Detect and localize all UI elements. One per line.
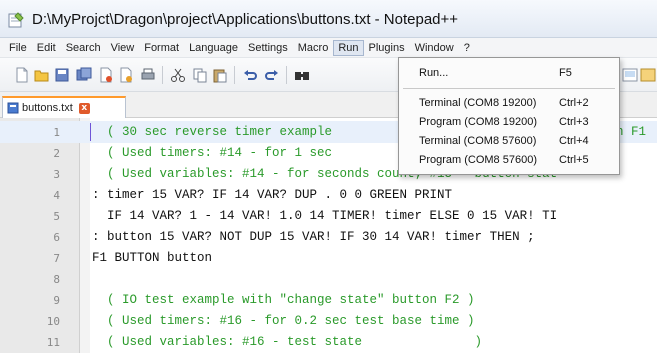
tab-close-icon[interactable]: x <box>78 102 90 114</box>
line-number: 9 <box>53 294 60 307</box>
save-all-icon[interactable] <box>76 67 92 83</box>
sync-icon[interactable] <box>640 67 656 83</box>
code-text: ( 30 sec reverse timer example <box>92 125 340 139</box>
window-title: D:\MyProjct\Dragon\project\Applications\… <box>32 11 459 28</box>
code-line: 9 ( IO test example with "change state" … <box>0 289 657 311</box>
code-line: 7 F1 BUTTON button <box>0 247 657 269</box>
code-text: ( IO test example with "change state" bu… <box>92 293 475 307</box>
tab-label: buttons.txt <box>22 102 73 114</box>
zoom-icon[interactable] <box>622 67 638 83</box>
menu-item-shortcut: Ctrl+4 <box>559 135 589 147</box>
menu-plugins[interactable]: Plugins <box>364 40 410 56</box>
menu-window[interactable]: Window <box>410 40 459 56</box>
line-number: 1 <box>53 126 60 139</box>
title-bar: D:\MyProjct\Dragon\project\Applications\… <box>0 0 657 38</box>
notepad-app-icon <box>8 12 24 28</box>
find-icon[interactable] <box>294 67 310 83</box>
line-number: 11 <box>46 336 60 349</box>
toolbar-separator <box>234 66 235 84</box>
menu-language[interactable]: Language <box>184 40 243 56</box>
undo-icon[interactable] <box>242 67 258 83</box>
menu-help[interactable]: ? <box>459 40 475 56</box>
copy-icon[interactable] <box>192 67 208 83</box>
menu-edit[interactable]: Edit <box>32 40 61 56</box>
line-number: 3 <box>53 168 60 181</box>
menu-item-label: Run... <box>419 67 449 79</box>
paste-icon[interactable] <box>212 67 228 83</box>
code-text: : timer 15 VAR? IF 14 VAR? DUP . 0 0 GRE… <box>92 188 453 202</box>
print-icon[interactable] <box>140 67 156 83</box>
line-number: 7 <box>53 252 60 265</box>
code-line: 11 ( Used variables: #16 - test state ) <box>0 331 657 353</box>
line-number: 6 <box>53 231 60 244</box>
code-line: 10 ( Used timers: #16 - for 0.2 sec test… <box>0 310 657 332</box>
code-text: : button 15 VAR? NOT DUP 15 VAR! IF 30 1… <box>92 230 535 244</box>
code-line: 4 : timer 15 VAR? IF 14 VAR? DUP . 0 0 G… <box>0 184 657 206</box>
menu-item-label: Program (COM8 19200) <box>419 116 537 128</box>
code-line: 6 : button 15 VAR? NOT DUP 15 VAR! IF 30… <box>0 226 657 248</box>
menu-item-label: Program (COM8 57600) <box>419 154 537 166</box>
menu-item-shortcut: Ctrl+5 <box>559 154 589 166</box>
save-icon[interactable] <box>54 67 70 83</box>
toolbar-separator <box>286 66 287 84</box>
code-text: F1 BUTTON button <box>92 251 213 265</box>
tab-buttons-txt[interactable]: buttons.txt x <box>2 96 126 118</box>
menu-search[interactable]: Search <box>61 40 106 56</box>
menu-settings[interactable]: Settings <box>243 40 293 56</box>
code-text: ( Used timers: #14 - for 1 sec <box>92 146 340 160</box>
run-menu-item-run[interactable]: Run... F5 <box>399 64 619 82</box>
file-icon <box>7 102 19 114</box>
run-menu-item-terminal-57600[interactable]: Terminal (COM8 57600) Ctrl+4 <box>399 132 619 150</box>
menu-view[interactable]: View <box>106 40 140 56</box>
toolbar-separator <box>162 66 163 84</box>
menu-item-label: Terminal (COM8 57600) <box>419 135 537 147</box>
line-number: 5 <box>53 210 60 223</box>
cut-icon[interactable] <box>170 67 186 83</box>
close-all-icon[interactable] <box>118 67 134 83</box>
menu-item-shortcut: F5 <box>559 67 572 79</box>
text-caret <box>90 123 91 141</box>
menu-separator <box>403 88 615 89</box>
menu-macro[interactable]: Macro <box>293 40 334 56</box>
menu-format[interactable]: Format <box>139 40 184 56</box>
menu-item-shortcut: Ctrl+3 <box>559 116 589 128</box>
code-text-tail: n F1 <box>616 125 647 139</box>
open-folder-icon[interactable] <box>34 67 50 83</box>
line-number: 4 <box>53 189 60 202</box>
code-text: ( Used variables: #16 - test state ) <box>92 335 483 349</box>
run-menu-item-program-57600[interactable]: Program (COM8 57600) Ctrl+5 <box>399 151 619 169</box>
menu-item-shortcut: Ctrl+2 <box>559 97 589 109</box>
run-menu-item-terminal-19200[interactable]: Terminal (COM8 19200) Ctrl+2 <box>399 94 619 112</box>
menu-run[interactable]: Run <box>333 39 364 56</box>
menu-item-label: Terminal (COM8 19200) <box>419 97 537 109</box>
run-menu-item-program-19200[interactable]: Program (COM8 19200) Ctrl+3 <box>399 113 619 131</box>
code-line: 5 IF 14 VAR? 1 - 14 VAR! 1.0 14 TIMER! t… <box>0 205 657 227</box>
close-file-icon[interactable] <box>98 67 114 83</box>
menu-bar: File Edit Search View Format Language Se… <box>0 38 657 58</box>
new-file-icon[interactable] <box>14 67 30 83</box>
code-text: IF 14 VAR? 1 - 14 VAR! 1.0 14 TIMER! tim… <box>92 209 558 223</box>
menu-file[interactable]: File <box>4 40 32 56</box>
line-number: 8 <box>53 273 60 286</box>
run-menu-dropdown: Run... F5 Terminal (COM8 19200) Ctrl+2 P… <box>398 57 620 175</box>
code-text: ( Used timers: #16 - for 0.2 sec test ba… <box>92 314 475 328</box>
redo-icon[interactable] <box>264 67 280 83</box>
line-number: 10 <box>46 315 60 328</box>
code-line: 8 <box>0 268 657 290</box>
line-number: 2 <box>53 147 60 160</box>
